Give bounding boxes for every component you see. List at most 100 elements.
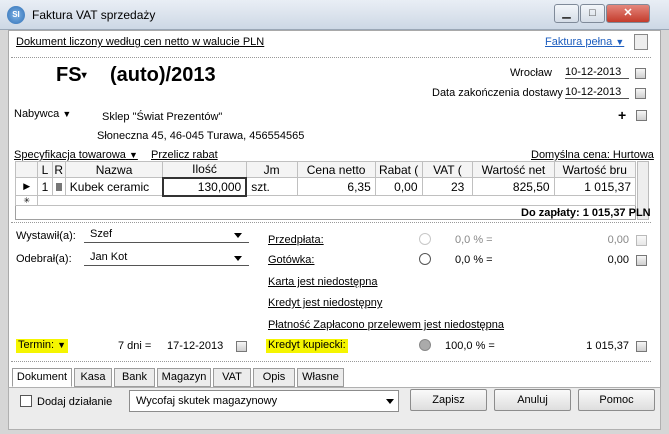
tab-wlasne[interactable]: Własne <box>297 368 344 387</box>
column-header[interactable]: R <box>51 161 66 178</box>
help-button[interactable]: Pomoc <box>578 389 655 411</box>
save-button[interactable]: Zapisz <box>410 389 487 411</box>
empty-row[interactable] <box>37 195 636 206</box>
cell-r <box>51 177 66 196</box>
current-row-icon: ▶ <box>14 177 39 196</box>
issued-value: Szef <box>90 228 113 240</box>
recalc-discount-link[interactable]: Przelicz rabat <box>151 149 218 161</box>
doc-prefix[interactable]: FS▾ <box>56 64 87 87</box>
invoice-type-link[interactable]: Faktura pełna ▼ <box>545 36 624 48</box>
cell-gross[interactable]: 1 015,37 <box>553 177 637 196</box>
maximize-icon: □ <box>589 7 596 19</box>
calculator-icon[interactable] <box>636 341 647 352</box>
card-link[interactable]: Karta jest niedostępna <box>268 276 377 288</box>
cell-unit[interactable]: szt. <box>245 177 298 196</box>
cancel-button[interactable]: Anuluj <box>494 389 571 411</box>
dropdown-arrow-icon <box>386 399 394 404</box>
new-row[interactable]: ✳ <box>14 195 636 206</box>
dropdown-arrow-icon: ▼ <box>615 37 625 47</box>
column-header[interactable]: Rabat ( <box>374 161 423 178</box>
default-price-link[interactable]: Domyślna cena: Hurtowa <box>531 149 654 161</box>
column-header[interactable]: Wartość bru <box>553 161 637 178</box>
table-row[interactable]: ▶ 1 Kubek ceramic 130,000 szt. 6,35 0,00… <box>14 176 637 197</box>
calculator-icon[interactable] <box>636 255 647 266</box>
row-selector-header <box>14 161 39 178</box>
term-days[interactable]: 7 dni = <box>118 340 151 352</box>
prepayment-link[interactable]: Przedpłata: <box>268 234 324 246</box>
maximize-button[interactable]: □ <box>580 4 605 23</box>
tab-dokument[interactable]: Dokument <box>12 368 72 387</box>
scroll-up-button[interactable] <box>634 34 648 50</box>
pricing-note[interactable]: Dokument liczony według cen netto w walu… <box>16 36 264 48</box>
column-header[interactable]: Ilość <box>162 161 247 178</box>
tab-bank[interactable]: Bank <box>114 368 155 387</box>
minimize-icon: ▁ <box>562 7 571 19</box>
cell-price[interactable]: 6,35 <box>296 177 376 196</box>
prepayment-radio <box>419 233 431 245</box>
chevron-down-icon: ▾ <box>81 70 87 82</box>
warehouse-effect-combo[interactable]: Wycofaj skutek magazynowy <box>129 390 399 412</box>
merchant-credit-radio[interactable] <box>419 339 431 351</box>
app-icon: SI <box>7 6 25 24</box>
details-icon[interactable] <box>636 110 647 121</box>
minimize-button[interactable]: ▁ <box>554 4 579 23</box>
invoice-type-label: Faktura pełna <box>545 36 613 48</box>
buyer-name[interactable]: Sklep "Świat Prezentów" <box>102 111 222 123</box>
term-date[interactable]: 17-12-2013 <box>167 340 223 352</box>
title-bar[interactable]: SI Faktura VAT sprzedaży ▁ □ ✕ <box>0 0 669 30</box>
column-header[interactable]: Wartość net <box>472 161 555 178</box>
cell-discount[interactable]: 0,00 <box>374 177 423 196</box>
tab-opis[interactable]: Opis <box>253 368 295 387</box>
close-button[interactable]: ✕ <box>606 4 650 23</box>
cell-name[interactable]: Kubek ceramic <box>64 177 164 196</box>
column-header[interactable]: Nazwa <box>64 161 164 178</box>
term-label: Termin: <box>18 339 55 351</box>
to-pay-total: Do zapłaty: 1 015,37 PLN <box>521 207 651 219</box>
spec-dropdown[interactable]: Specyfikacja towarowa ▼ <box>14 149 138 161</box>
close-icon: ✕ <box>623 7 633 19</box>
doc-number: (auto)/2013 <box>110 64 216 86</box>
calculator-icon <box>636 235 647 246</box>
cash-link[interactable]: Gotówka: <box>268 254 314 266</box>
cell-net[interactable]: 825,50 <box>472 177 555 196</box>
cash-value[interactable]: 0,00 <box>608 254 629 266</box>
divider <box>11 361 651 362</box>
buyer-address: Słoneczna 45, 46-045 Turawa, 456554565 <box>97 130 305 142</box>
doc-prefix-label: FS <box>56 64 82 86</box>
issued-combo[interactable]: Szef <box>84 228 249 243</box>
calendar-icon[interactable] <box>635 88 646 99</box>
merchant-credit-value[interactable]: 1 015,37 <box>586 340 629 352</box>
item-type-icon <box>55 182 62 191</box>
delivery-date-field[interactable]: 10-12-2013 <box>565 86 629 99</box>
divider <box>11 222 651 223</box>
place-field[interactable]: Wrocław <box>510 67 552 79</box>
column-header[interactable]: VAT ( <box>421 161 474 178</box>
received-combo[interactable]: Jan Kot <box>84 251 249 266</box>
prepayment-value: 0,00 <box>607 234 629 246</box>
cash-radio[interactable] <box>419 253 431 265</box>
spec-label: Specyfikacja towarowa <box>14 149 126 161</box>
cell-vat[interactable]: 23 <box>421 177 474 196</box>
cell-qty[interactable]: 130,000 <box>161 176 248 197</box>
column-header[interactable]: Jm <box>245 161 298 178</box>
tab-vat[interactable]: VAT <box>213 368 251 387</box>
tab-magazyn[interactable]: Magazyn <box>157 368 211 387</box>
merchant-credit-link[interactable]: Kredyt kupiecki: <box>266 339 348 353</box>
add-buyer-icon[interactable]: + <box>618 107 626 123</box>
calendar-icon[interactable] <box>635 68 646 79</box>
column-header[interactable]: L <box>37 161 53 178</box>
column-header[interactable]: Cena netto <box>296 161 376 178</box>
cell-lp: 1 <box>37 177 53 196</box>
issued-label: Wystawił(a): <box>16 230 76 242</box>
transfer-link[interactable]: Płatność Zapłacono przelewem jest niedos… <box>268 319 504 331</box>
term-dropdown[interactable]: Termin: ▼ <box>16 339 69 353</box>
calendar-icon[interactable] <box>236 341 247 352</box>
credit-link[interactable]: Kredyt jest niedostępny <box>268 297 382 309</box>
buyer-dropdown[interactable]: Nabywca ▼ <box>14 108 71 120</box>
date-field[interactable]: 10-12-2013 <box>565 66 629 79</box>
delivery-date-label: Data zakończenia dostawy <box>432 87 563 99</box>
add-action-checkbox[interactable] <box>20 395 32 407</box>
prepayment-pct: 0,0 % = <box>455 234 493 246</box>
warehouse-effect-value: Wycofaj skutek magazynowy <box>136 395 278 407</box>
tab-kasa[interactable]: Kasa <box>74 368 112 387</box>
